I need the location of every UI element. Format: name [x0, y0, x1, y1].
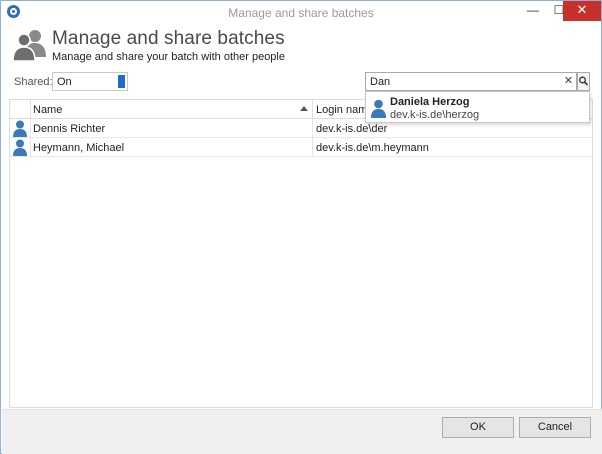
user-icon: [371, 99, 386, 118]
user-icon: [13, 120, 27, 137]
suggestion-name: Daniela Herzog: [390, 96, 470, 108]
close-button[interactable]: ✕: [563, 1, 601, 21]
page-subtitle: Manage and share your batch with other p…: [52, 51, 285, 63]
shared-label: Shared:: [14, 76, 53, 88]
cell-name: Heymann, Michael: [30, 138, 312, 157]
minimize-button[interactable]: —: [520, 1, 546, 21]
user-icon: [13, 139, 27, 156]
users-icon: [13, 30, 46, 61]
shared-toggle-value: On: [57, 76, 72, 88]
search-button[interactable]: [577, 72, 590, 91]
search-input[interactable]: [366, 73, 562, 90]
search-suggestion-item[interactable]: Daniela Herzog dev.k-is.de\herzog: [365, 91, 590, 123]
search-box: ✕: [365, 72, 577, 91]
shared-toggle[interactable]: On: [52, 72, 128, 91]
shared-toggle-knob[interactable]: [118, 75, 125, 88]
clear-icon[interactable]: ✕: [562, 74, 575, 89]
cell-name: Dennis Richter: [30, 119, 312, 138]
cancel-button[interactable]: Cancel: [519, 417, 591, 438]
page-title: Manage and share batches: [52, 28, 285, 49]
sort-ascending-icon: [300, 106, 308, 111]
title-bar[interactable]: Manage and share batches — ☐ ✕: [1, 1, 601, 23]
dialog-window: Manage and share batches — ☐ ✕ Manage an…: [0, 0, 602, 454]
search-icon: [579, 76, 589, 86]
suggestion-login: dev.k-is.de\herzog: [390, 109, 480, 121]
ok-button[interactable]: OK: [442, 417, 514, 438]
members-grid: Name Login name Dennis Richter dev.k-is.…: [9, 99, 593, 408]
cell-login-name: dev.k-is.de\m.heymann: [312, 138, 592, 157]
column-header-name[interactable]: Name: [30, 100, 312, 119]
window-title: Manage and share batches: [228, 6, 374, 20]
table-row[interactable]: Heymann, Michael dev.k-is.de\m.heymann: [10, 138, 592, 157]
